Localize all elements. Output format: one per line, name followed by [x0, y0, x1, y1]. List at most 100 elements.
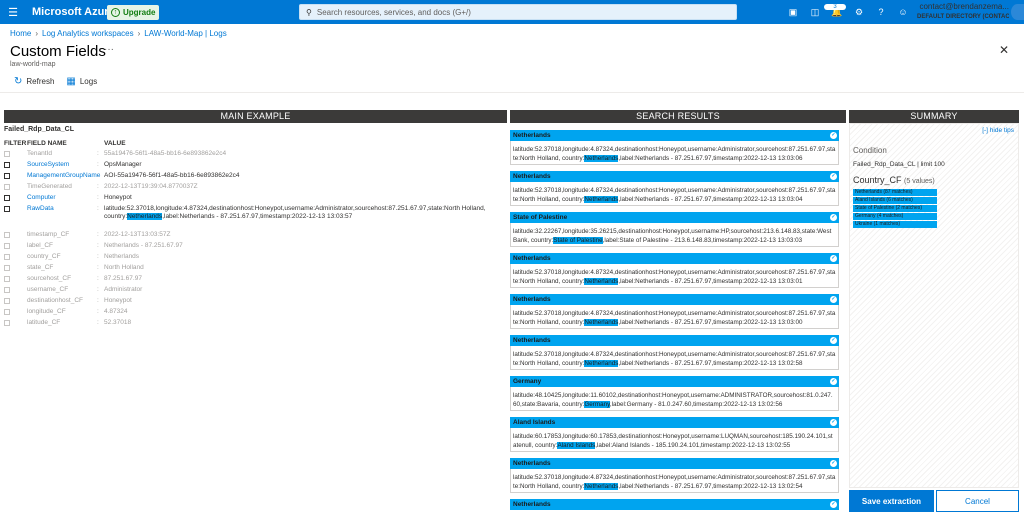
upgrade-button[interactable]: ↑ Upgrade — [107, 4, 160, 20]
check-icon[interactable]: ✓ — [830, 132, 837, 139]
field-row: country_CF: Netherlands — [4, 253, 508, 264]
check-icon[interactable]: ✓ — [830, 419, 837, 426]
notifications-icon[interactable]: 🔔 3 — [824, 3, 848, 18]
breadcrumb-workspaces[interactable]: Log Analytics workspaces — [42, 29, 134, 38]
result-highlight[interactable]: Netherlands — [584, 360, 619, 367]
help-icon[interactable]: ? — [870, 7, 892, 17]
result-header[interactable]: Netherlands ✓ — [510, 253, 839, 264]
result-highlight[interactable]: Germany — [584, 401, 610, 408]
field-list: TenantId:55a19476-56f1-48a5-bb16-6e89386… — [4, 150, 508, 330]
field-value: North Holland — [104, 264, 144, 271]
filter-checkbox[interactable] — [4, 243, 10, 249]
result-highlight[interactable]: Netherlands — [584, 155, 619, 162]
field-name[interactable]: RawData — [27, 205, 97, 212]
result-highlight[interactable]: Netherlands — [584, 319, 619, 326]
filter-checkbox[interactable] — [4, 265, 10, 271]
filter-checkbox[interactable] — [4, 184, 10, 190]
result-title: Netherlands — [513, 173, 551, 180]
summary-header: SUMMARY — [849, 110, 1019, 123]
result-text: ,label:Netherlands - 87.251.67.97,timest… — [618, 319, 803, 326]
filter-checkbox[interactable] — [4, 298, 10, 304]
filter-checkbox[interactable] — [4, 195, 10, 201]
chevron-right-icon: › — [137, 29, 141, 38]
check-icon[interactable]: ✓ — [830, 173, 837, 180]
feedback-icon[interactable]: ☺ — [892, 7, 914, 17]
check-icon[interactable]: ✓ — [830, 214, 837, 221]
summary-bar[interactable]: Netherlands (87 matches) — [853, 189, 937, 196]
result-header[interactable]: Netherlands ✓ — [510, 335, 839, 346]
result-body: latitude:52.37018,longitude:4.87324,dest… — [510, 469, 839, 493]
field-value: 2022-12-13T13:03:57Z — [104, 231, 171, 238]
refresh-button[interactable]: ↻ Refresh — [14, 76, 54, 87]
check-icon[interactable]: ✓ — [830, 460, 837, 467]
result-header[interactable]: Netherlands ✓ — [510, 171, 839, 182]
logs-button[interactable]: ▦ Logs — [66, 76, 97, 87]
result-highlight[interactable]: State of Palestine — [553, 237, 603, 244]
result-body: latitude:52.37018,longitude:4.87324,dest… — [510, 305, 839, 329]
field-separator: : — [97, 253, 99, 260]
result-header[interactable]: Germany ✓ — [510, 376, 839, 387]
filter-checkbox[interactable] — [4, 151, 10, 157]
filter-checkbox[interactable] — [4, 173, 10, 179]
close-icon[interactable]: ✕ — [999, 43, 1009, 57]
result-header[interactable]: Aland Islands ✓ — [510, 417, 839, 428]
field-value: AOI-55a19476-56f1-48a5-bb16-6e893862e2c4 — [104, 172, 240, 179]
hide-tips-link[interactable]: [-] hide tips — [982, 127, 1014, 134]
field-separator: : — [97, 308, 99, 315]
field-name[interactable]: Computer — [27, 194, 97, 201]
check-icon[interactable]: ✓ — [830, 501, 837, 508]
breadcrumb: Home › Log Analytics workspaces › LAW-World-… — [10, 29, 227, 38]
field-value: OpsManager — [104, 161, 142, 168]
settings-icon[interactable]: ⚙ — [848, 7, 870, 18]
result-body: latitude:52.37018,longitude:4.87324,dest… — [510, 346, 839, 370]
result-highlight[interactable]: Netherlands — [584, 278, 619, 285]
result-header[interactable]: Netherlands ✓ — [510, 294, 839, 305]
result-highlight[interactable]: Aland Islands — [557, 442, 596, 449]
chevron-right-icon: › — [35, 29, 39, 38]
result-header[interactable]: Netherlands ✓ — [510, 499, 839, 510]
summary-bar[interactable]: Germany (4 matches) — [853, 213, 937, 220]
filter-checkbox[interactable] — [4, 232, 10, 238]
value-highlight[interactable]: Netherlands — [127, 213, 163, 220]
summary-bar[interactable]: Aland Islands (6 matches) — [853, 197, 937, 204]
check-icon[interactable]: ✓ — [830, 337, 837, 344]
summary-bar[interactable]: State of Palestine (2 matches) — [853, 205, 937, 212]
global-search-input[interactable]: ⚲ Search resources, services, and docs (… — [299, 4, 737, 20]
directory-filter-icon[interactable]: ◫ — [804, 7, 826, 18]
check-icon[interactable]: ✓ — [830, 296, 837, 303]
filter-checkbox[interactable] — [4, 206, 10, 212]
avatar[interactable] — [1011, 4, 1024, 20]
field-name[interactable]: SourceSystem — [27, 161, 97, 168]
breadcrumb-logs[interactable]: LAW-World-Map | Logs — [144, 29, 226, 38]
check-icon[interactable]: ✓ — [830, 255, 837, 262]
breadcrumb-home[interactable]: Home — [10, 29, 31, 38]
filter-checkbox[interactable] — [4, 254, 10, 260]
result-title: Netherlands — [513, 337, 551, 344]
summary-bar[interactable]: Ukraine (1 matches) — [853, 221, 937, 228]
save-extraction-button[interactable]: Save extraction — [849, 490, 934, 512]
cancel-button[interactable]: Cancel — [936, 490, 1019, 512]
filter-checkbox[interactable] — [4, 276, 10, 282]
result-header[interactable]: Netherlands ✓ — [510, 130, 839, 141]
filter-checkbox[interactable] — [4, 320, 10, 326]
result-highlight[interactable]: Netherlands — [584, 483, 619, 490]
cloud-shell-icon[interactable]: ▣ — [782, 7, 804, 18]
filter-checkbox[interactable] — [4, 309, 10, 315]
search-result: Aland Islands ✓ latitude:60.17853,longitud… — [510, 417, 839, 452]
result-header[interactable]: State of Palestine ✓ — [510, 212, 839, 223]
check-icon[interactable]: ✓ — [830, 378, 837, 385]
field-name: label_CF — [27, 242, 54, 249]
filter-checkbox[interactable] — [4, 162, 10, 168]
field-name: state_CF — [27, 264, 54, 271]
field-name: TimeGenerated — [27, 183, 72, 190]
result-header[interactable]: Netherlands ✓ — [510, 458, 839, 469]
result-body: latitude:52.37018,longitude:4.87324,dest… — [510, 141, 839, 165]
result-text: ,label:Netherlands - 87.251.67.97,timest… — [618, 360, 803, 367]
field-name[interactable]: ManagementGroupName — [27, 172, 100, 179]
result-highlight[interactable]: Netherlands — [584, 196, 619, 203]
brand-title[interactable]: Microsoft Azure — [32, 6, 115, 18]
menu-icon[interactable]: ☰ — [0, 0, 26, 24]
account-menu[interactable]: contact@brendanzema... DEFAULT DIRECTORY… — [917, 2, 1009, 22]
filter-checkbox[interactable] — [4, 287, 10, 293]
more-options-icon[interactable]: ··· — [104, 44, 114, 55]
